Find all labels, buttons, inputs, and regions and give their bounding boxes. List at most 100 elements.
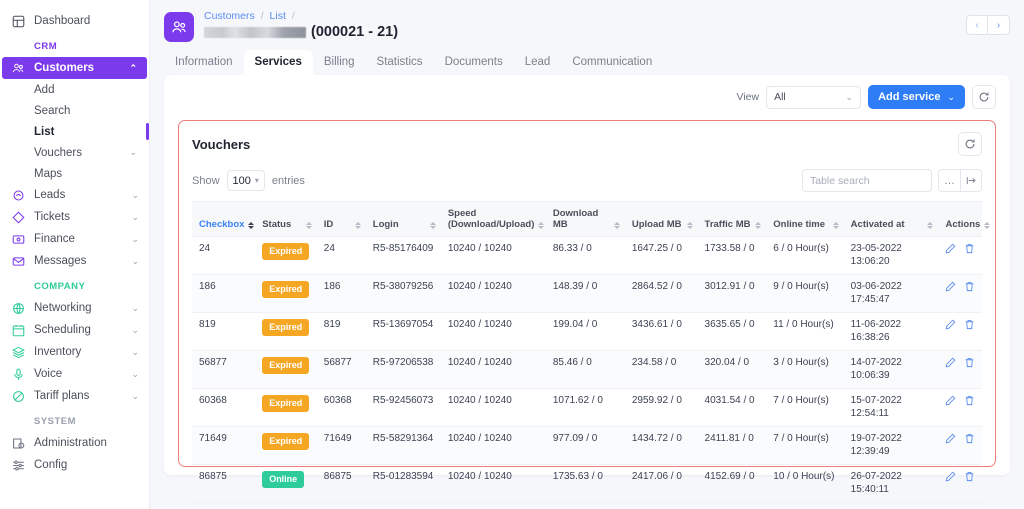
status-badge: Expired bbox=[262, 319, 310, 336]
breadcrumb-list[interactable]: List bbox=[270, 10, 286, 22]
export-button[interactable] bbox=[960, 170, 981, 191]
sidebar-item-maps[interactable]: Maps bbox=[0, 163, 149, 184]
chevron-down-icon: ⌄ bbox=[131, 211, 139, 222]
edit-icon[interactable] bbox=[945, 433, 956, 444]
tab-billing[interactable]: Billing bbox=[313, 50, 366, 75]
sidebar-item-list[interactable]: List bbox=[0, 121, 149, 142]
column-header-status[interactable]: Status bbox=[255, 201, 317, 237]
sidebar-item-tickets[interactable]: Tickets ⌄ bbox=[0, 206, 149, 228]
sidebar-item-finance[interactable]: Finance ⌄ bbox=[0, 228, 149, 250]
column-header-online-time[interactable]: Online time bbox=[766, 201, 844, 237]
cell-traffic-mb: 3635.65 / 0 bbox=[697, 312, 767, 351]
column-header-download-mb[interactable]: Download MB bbox=[545, 201, 625, 237]
prev-record-button[interactable]: ‹ bbox=[966, 15, 988, 35]
sidebar-item-vouchers[interactable]: Vouchers ⌄ bbox=[0, 142, 149, 163]
sidebar-item-search[interactable]: Search bbox=[0, 100, 149, 121]
delete-icon[interactable] bbox=[964, 395, 975, 406]
column-header-traffic-mb[interactable]: Traffic MB bbox=[697, 201, 767, 237]
tab-lead[interactable]: Lead bbox=[514, 50, 562, 75]
cell-online-time: 3 / 0 Hour(s) bbox=[766, 350, 844, 389]
sidebar-item-dashboard[interactable]: Dashboard bbox=[0, 10, 149, 32]
delete-icon[interactable] bbox=[964, 243, 975, 254]
tickets-icon bbox=[11, 210, 25, 224]
delete-icon[interactable] bbox=[964, 319, 975, 330]
tab-documents[interactable]: Documents bbox=[434, 50, 514, 75]
sidebar-item-leads[interactable]: Leads ⌄ bbox=[0, 184, 149, 206]
cell-login: R5-97206538 bbox=[365, 350, 441, 389]
sort-icon bbox=[305, 222, 312, 230]
chevron-down-icon: ⌄ bbox=[131, 233, 139, 244]
cell-id: 60368 bbox=[316, 388, 366, 427]
networking-icon bbox=[11, 301, 25, 315]
column-label: Online time bbox=[773, 219, 825, 230]
sidebar-item-add[interactable]: Add bbox=[0, 79, 149, 100]
tab-statistics[interactable]: Statistics bbox=[366, 50, 434, 75]
refresh-vouchers-button[interactable] bbox=[958, 132, 982, 156]
entries-per-page-select[interactable]: 100 ▾ bbox=[226, 170, 265, 191]
column-header-login[interactable]: Login bbox=[365, 201, 441, 237]
edit-icon[interactable] bbox=[945, 319, 956, 330]
sidebar-item-scheduling[interactable]: Scheduling ⌄ bbox=[0, 319, 149, 341]
sidebar-item-messages[interactable]: Messages ⌄ bbox=[0, 250, 149, 272]
search-box[interactable] bbox=[802, 169, 956, 192]
page-title: (000021 - 21) bbox=[204, 24, 398, 40]
edit-icon[interactable] bbox=[945, 395, 956, 406]
sidebar-item-label: Leads bbox=[34, 189, 66, 201]
edit-icon[interactable] bbox=[945, 471, 956, 482]
column-header-checkbox[interactable]: Checkbox bbox=[192, 201, 256, 237]
column-header-actions[interactable]: Actions bbox=[938, 201, 991, 237]
column-header-speed[interactable]: Speed (Download/Upload) bbox=[440, 201, 546, 237]
sidebar-item-networking[interactable]: Networking ⌄ bbox=[0, 297, 149, 319]
tab-services[interactable]: Services bbox=[243, 50, 313, 75]
delete-icon[interactable] bbox=[964, 357, 975, 368]
status-badge: Online bbox=[262, 471, 305, 488]
sidebar-item-inventory[interactable]: Inventory ⌄ bbox=[0, 341, 149, 363]
tab-information[interactable]: Information bbox=[164, 50, 244, 75]
cell-activated-at: 23-05-2022 13:06:20 bbox=[843, 236, 939, 275]
table-row[interactable]: 819 Expired 819 R5-13697054 10240 / 10240 199… bbox=[192, 312, 982, 351]
cell-online-time: 9 / 0 Hour(s) bbox=[766, 274, 844, 313]
table-row[interactable]: 60368 Expired 60368 R5-92456073 10240 / 1024… bbox=[192, 388, 982, 427]
column-label: Download MB bbox=[552, 208, 599, 230]
sidebar-item-label: Finance bbox=[34, 233, 75, 245]
table-row[interactable]: 86875 Online 86875 R5-01283594 10240 / 10240… bbox=[192, 464, 982, 503]
tab-communication[interactable]: Communication bbox=[561, 50, 663, 75]
cell-traffic-mb: 4031.54 / 0 bbox=[697, 388, 767, 427]
edit-icon[interactable] bbox=[945, 357, 956, 368]
vouchers-card: Vouchers Show 100 ▾ entries Table search… bbox=[178, 120, 996, 503]
search-input[interactable] bbox=[810, 174, 945, 187]
view-select[interactable]: All ⌄ bbox=[766, 85, 862, 109]
sort-icon bbox=[248, 222, 255, 230]
delete-icon[interactable] bbox=[964, 471, 975, 482]
sidebar-item-config[interactable]: Config bbox=[0, 454, 149, 476]
chevron-down-icon: ⌄ bbox=[131, 368, 139, 379]
delete-icon[interactable] bbox=[964, 281, 975, 292]
edit-icon[interactable] bbox=[945, 281, 956, 292]
sidebar-item-customers[interactable]: Customers ⌃ bbox=[2, 57, 147, 79]
sidebar-item-voice[interactable]: Voice ⌄ bbox=[0, 363, 149, 385]
vouchers-table-wrap: Checkbox Status ID Login Speed (Download… bbox=[192, 201, 991, 503]
table-row[interactable]: 71649 Expired 71649 R5-58291364 10240 / 1024… bbox=[192, 426, 982, 465]
column-header-upload-mb[interactable]: Upload MB bbox=[624, 201, 698, 237]
column-header-id[interactable]: ID bbox=[316, 201, 366, 237]
table-body: 24 Expired 24 R5-85176409 10240 / 10240 86.33… bbox=[192, 236, 982, 503]
add-service-button[interactable]: Add service ⌄ bbox=[868, 85, 965, 109]
cell-actions bbox=[938, 350, 982, 389]
column-header-activated-at[interactable]: Activated at bbox=[843, 201, 939, 237]
table-row[interactable]: 186 Expired 186 R5-38079256 10240 / 10240 148… bbox=[192, 274, 982, 313]
table-actions-group: … bbox=[938, 169, 982, 192]
table-row[interactable]: 56877 Expired 56877 R5-97206538 10240 / 1024… bbox=[192, 350, 982, 389]
customer-id: (000021 - 21) bbox=[311, 24, 399, 40]
refresh-services-button[interactable] bbox=[972, 85, 996, 109]
edit-icon[interactable] bbox=[945, 243, 956, 254]
sidebar-item-administration[interactable]: Administration bbox=[0, 432, 149, 454]
delete-icon[interactable] bbox=[964, 433, 975, 444]
column-label: Activated at bbox=[850, 219, 905, 230]
sidebar-item-tariff-plans[interactable]: Tariff plans ⌄ bbox=[0, 385, 149, 407]
more-options-button[interactable]: … bbox=[939, 170, 960, 191]
sort-icon bbox=[755, 222, 762, 230]
next-record-button[interactable]: › bbox=[988, 15, 1010, 35]
chevron-down-icon: ⌄ bbox=[947, 91, 955, 102]
breadcrumb-customers[interactable]: Customers bbox=[204, 10, 255, 22]
table-row[interactable]: 24 Expired 24 R5-85176409 10240 / 10240 86.33… bbox=[192, 236, 982, 275]
